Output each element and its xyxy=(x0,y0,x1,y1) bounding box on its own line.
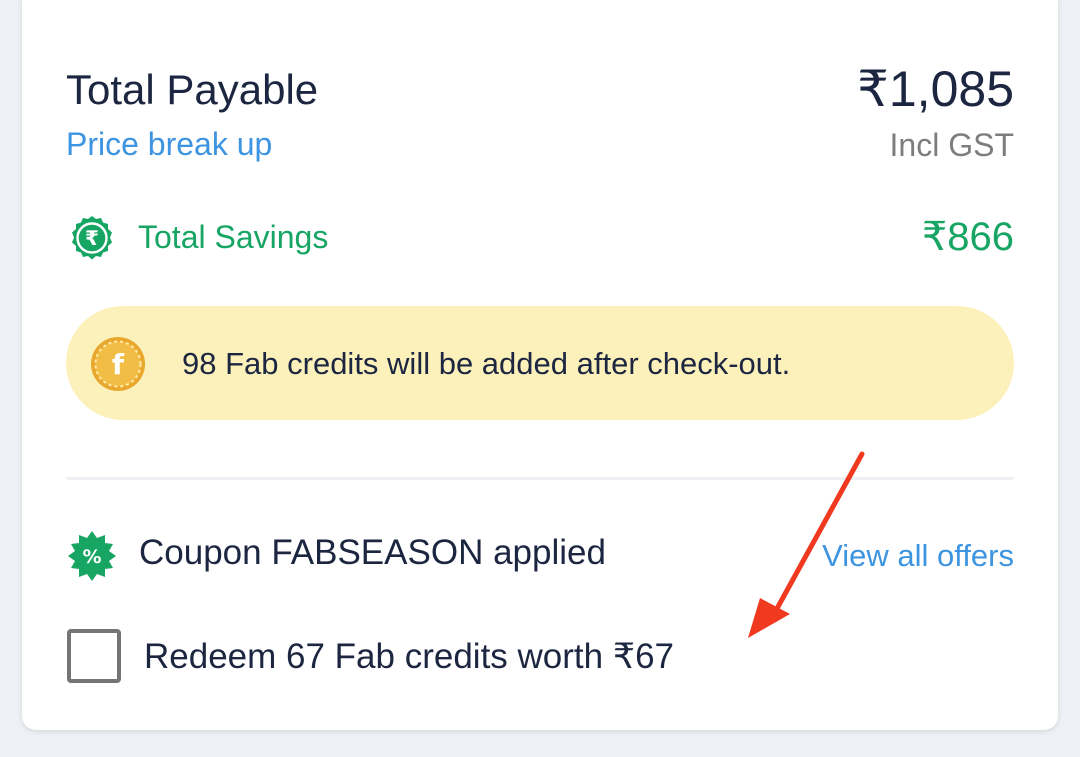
rupee-badge-icon: ₹ xyxy=(72,216,112,260)
redeem-credits-checkbox[interactable] xyxy=(67,629,121,683)
coupon-applied-text: Coupon FABSEASON applied xyxy=(139,533,606,572)
discount-badge-icon: % xyxy=(68,531,116,581)
total-savings-label: Total Savings xyxy=(138,219,329,255)
total-savings-amount: ₹866 xyxy=(921,215,1014,259)
total-payable-amount: ₹1,085 xyxy=(857,61,1014,117)
svg-text:₹: ₹ xyxy=(85,226,99,250)
svg-text:%: % xyxy=(82,546,101,568)
redeem-credits-label[interactable]: Redeem 67 Fab credits worth ₹67 xyxy=(144,637,674,677)
fab-credits-message: 98 Fab credits will be added after check… xyxy=(182,346,791,381)
svg-text:f: f xyxy=(112,348,125,381)
section-divider xyxy=(66,477,1014,480)
annotation-arrow xyxy=(748,451,865,638)
fab-coin-icon: f xyxy=(91,337,145,391)
total-payable-title: Total Payable xyxy=(66,66,319,113)
price-breakup-link[interactable]: Price break up xyxy=(66,126,272,163)
tax-note: Incl GST xyxy=(889,127,1014,163)
